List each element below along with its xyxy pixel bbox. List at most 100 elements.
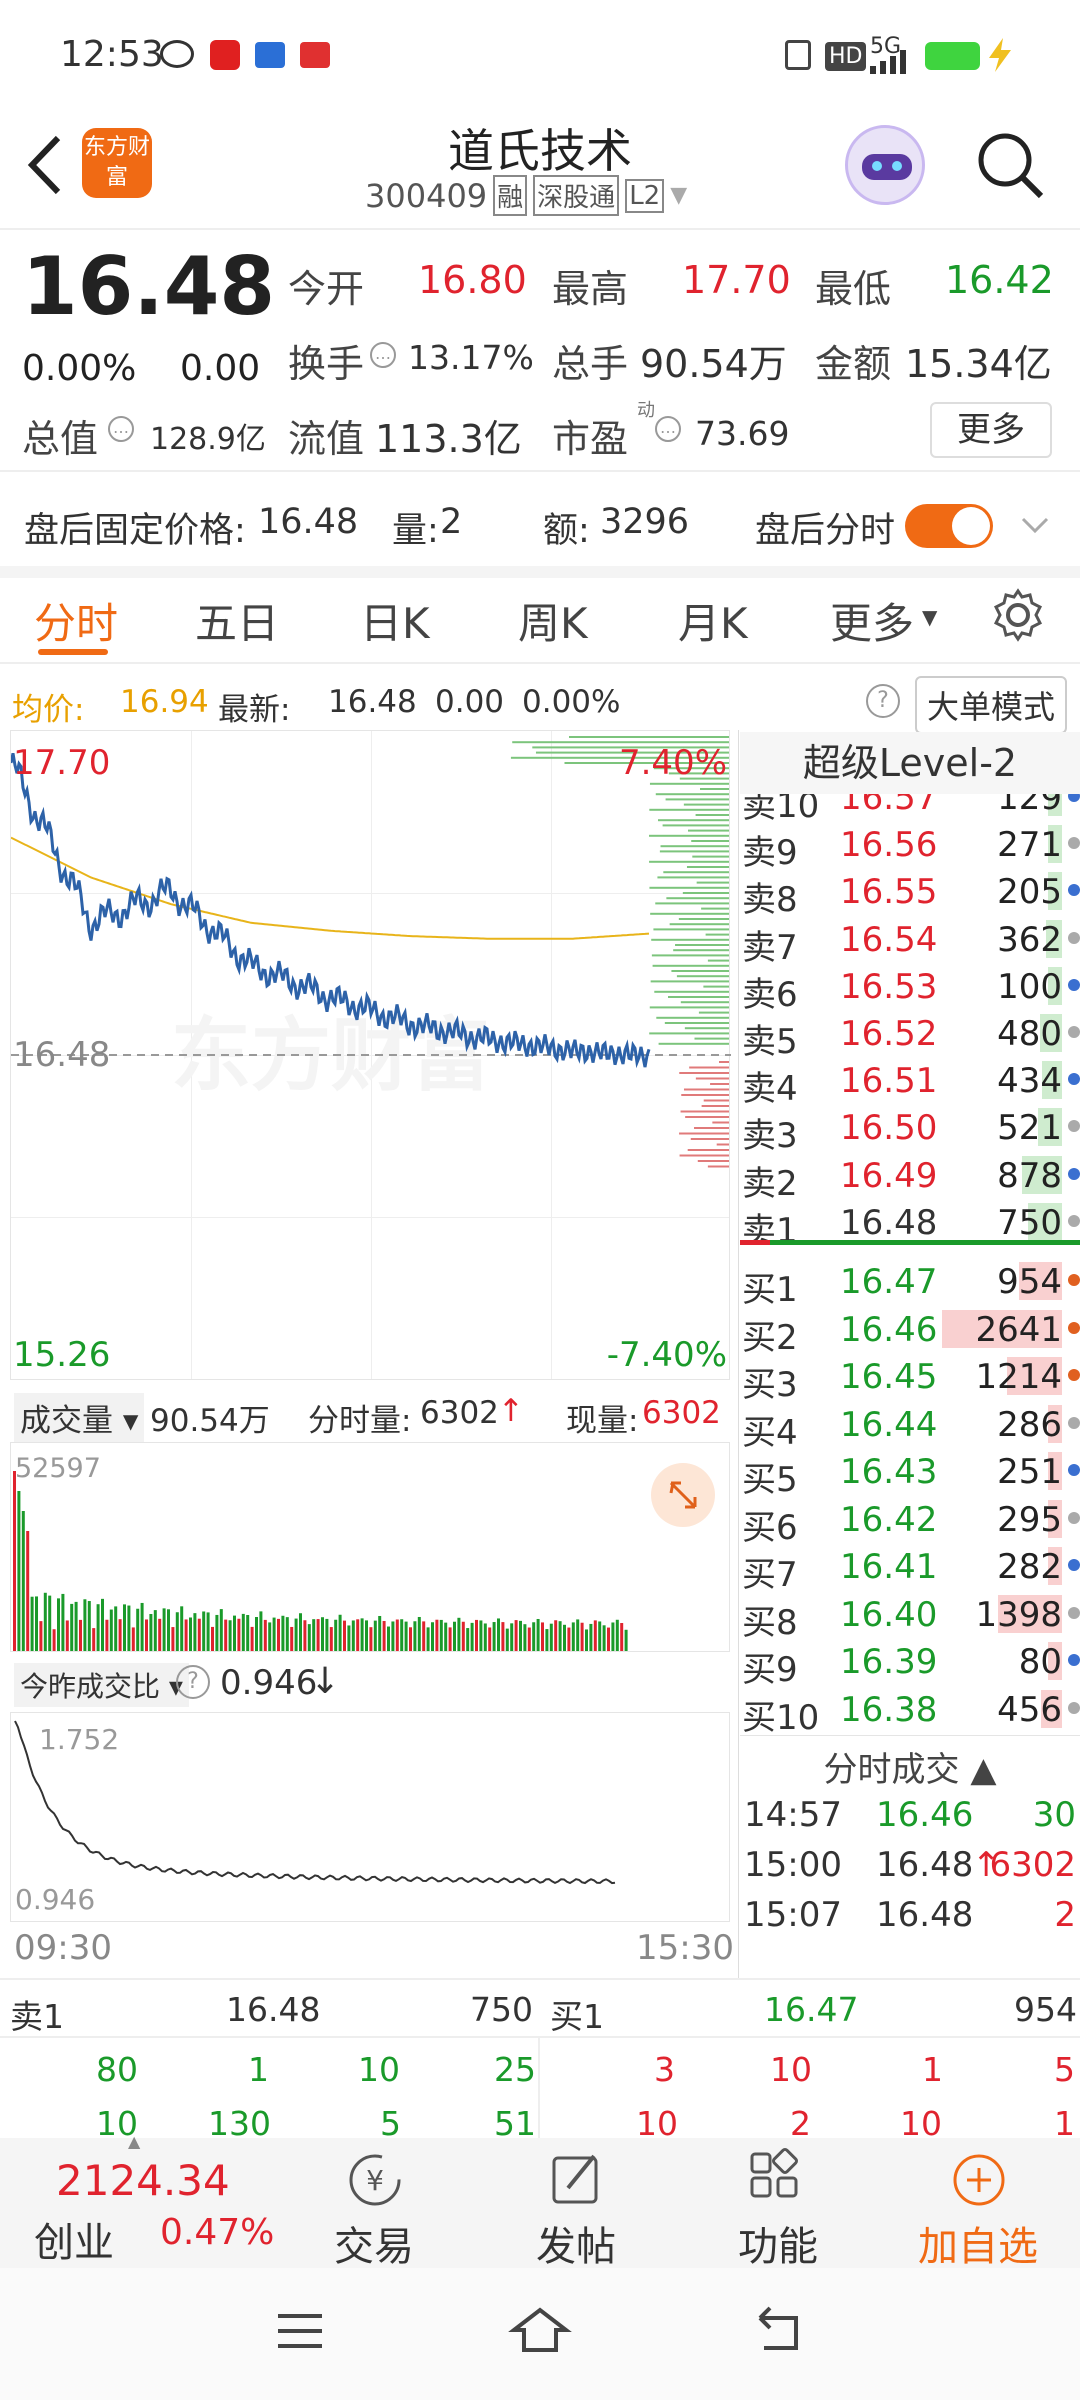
expand-icon[interactable] bbox=[651, 1463, 715, 1527]
info-icon[interactable]: … bbox=[655, 416, 681, 442]
tab-more[interactable]: 更多 bbox=[830, 590, 914, 651]
buy1-label: 买1 bbox=[550, 1997, 604, 2036]
tab-week-k[interactable]: 周K bbox=[518, 590, 588, 651]
menu-icon[interactable] bbox=[272, 2308, 328, 2354]
sell-order-row[interactable]: 卖10 16.57 129 bbox=[740, 794, 1080, 826]
info-icon[interactable]: … bbox=[108, 416, 134, 442]
buy-order-row[interactable]: 买3 16.45 1214 bbox=[740, 1351, 1080, 1405]
profile-bar bbox=[649, 808, 729, 811]
ratio-indicator-select[interactable]: 今昨成交比 ▾ bbox=[14, 1663, 189, 1707]
svg-text:¥: ¥ bbox=[366, 2164, 384, 2197]
top-price-label: 17.70 bbox=[13, 743, 111, 783]
chevron-down-icon[interactable] bbox=[1020, 514, 1050, 538]
tab-five-day[interactable]: 五日 bbox=[195, 590, 279, 651]
function-icon[interactable] bbox=[740, 2148, 810, 2212]
volume-bar bbox=[448, 1627, 452, 1651]
tab-intraday[interactable]: 分时 bbox=[34, 590, 118, 651]
info-icon[interactable]: … bbox=[370, 342, 396, 368]
order-volume: 1214 bbox=[975, 1357, 1062, 1397]
intraday-chart[interactable]: 东方财富 17.70 7.40% 16.48 15.26 -7.40% bbox=[10, 730, 731, 1380]
help-icon[interactable]: ? bbox=[176, 1665, 210, 1699]
sell-order-row[interactable]: 卖7 16.54 362 bbox=[740, 914, 1080, 968]
dropdown-icon[interactable]: ▼ bbox=[670, 183, 687, 208]
app-notification-icon bbox=[255, 42, 285, 68]
sell-order-row[interactable]: 卖8 16.55 205 bbox=[740, 866, 1080, 920]
buy-order-row[interactable]: 买8 16.40 1398 bbox=[740, 1589, 1080, 1643]
level2-tag: L2 bbox=[625, 178, 665, 213]
order-source-dot bbox=[1068, 1701, 1080, 1714]
chart-tabs: 分时 五日 日K 周K 月K 更多 ▼ bbox=[0, 575, 1080, 660]
tab-day-k[interactable]: 日K bbox=[360, 590, 430, 651]
index-value[interactable]: 2124.34 bbox=[56, 2156, 230, 2205]
function-label[interactable]: 功能 bbox=[738, 2214, 818, 2272]
trade-icon[interactable]: ¥ bbox=[340, 2148, 410, 2212]
more-button[interactable]: 更多 bbox=[930, 402, 1052, 458]
buy-order-row[interactable]: 买6 16.42 295 bbox=[740, 1494, 1080, 1548]
current-volume-value: 6302 bbox=[642, 1395, 721, 1431]
level2-title[interactable]: 超级Level-2 bbox=[740, 732, 1080, 794]
open-label: 今开 bbox=[288, 267, 365, 311]
volume-indicator-select[interactable]: 成交量 ▾ bbox=[14, 1393, 145, 1442]
robot-avatar-icon[interactable] bbox=[845, 125, 925, 205]
big-order-mode-button[interactable]: 大单模式 bbox=[915, 676, 1068, 734]
profile-bar bbox=[690, 1138, 729, 1140]
volume-bar bbox=[571, 1622, 575, 1651]
add-circle-icon[interactable] bbox=[944, 2148, 1014, 2212]
buy-order-row[interactable]: 买2 16.46 2641 bbox=[740, 1304, 1080, 1358]
profile-bar bbox=[655, 793, 729, 796]
profile-bar bbox=[694, 1037, 729, 1040]
tick-trades-title[interactable]: 分时成交 ▲ bbox=[740, 1735, 1080, 1790]
ratio-chart[interactable]: 1.752 0.946 bbox=[10, 1712, 730, 1922]
volume-bar bbox=[417, 1616, 421, 1651]
volume-chart[interactable]: 52597 bbox=[10, 1442, 730, 1652]
post-icon[interactable] bbox=[540, 2148, 610, 2212]
volume-bar bbox=[483, 1623, 487, 1651]
sell-order-row[interactable]: 卖4 16.51 434 bbox=[740, 1055, 1080, 1109]
profile-bar bbox=[679, 1132, 729, 1135]
profile-bar bbox=[687, 1149, 729, 1151]
post-label[interactable]: 发帖 bbox=[536, 2214, 616, 2272]
sell-order-row[interactable]: 卖3 16.50 521 bbox=[740, 1102, 1080, 1156]
back-nav-icon[interactable] bbox=[752, 2304, 808, 2356]
dropdown-icon[interactable]: ▼ bbox=[922, 605, 937, 629]
sell-order-row[interactable]: 卖6 16.53 100 bbox=[740, 961, 1080, 1015]
sell-order-row[interactable]: 卖9 16.56 271 bbox=[740, 819, 1080, 873]
buy-order-row[interactable]: 买4 16.44 286 bbox=[740, 1399, 1080, 1453]
help-icon[interactable]: ? bbox=[866, 684, 900, 718]
bottom-pct-label: -7.40% bbox=[606, 1335, 727, 1375]
tick-time: 15:07 bbox=[744, 1895, 842, 1935]
buy-order-row[interactable]: 买7 16.41 282 bbox=[740, 1541, 1080, 1595]
ratio-indicator-label: 今昨成交比 bbox=[20, 1670, 161, 1703]
order-source-dot bbox=[1068, 1464, 1080, 1476]
buy-order-row[interactable]: 买5 16.43 251 bbox=[740, 1446, 1080, 1500]
profile-bar bbox=[698, 1011, 729, 1014]
profile-bar bbox=[695, 1077, 729, 1080]
volume-bar bbox=[180, 1606, 184, 1651]
avg-label: 均价: bbox=[12, 692, 85, 728]
home-icon[interactable] bbox=[508, 2304, 572, 2356]
buy-order-row[interactable]: 买10 16.38 456 bbox=[740, 1684, 1080, 1738]
sell-order-row[interactable]: 卖1 16.48 750 bbox=[740, 1197, 1080, 1251]
add-watchlist-label[interactable]: 加自选 bbox=[918, 2214, 1038, 2272]
order-source-dot bbox=[1068, 1214, 1080, 1227]
order-source-dot bbox=[1068, 931, 1080, 944]
trade-label[interactable]: 交易 bbox=[334, 2214, 414, 2272]
profile-bar bbox=[712, 1121, 729, 1124]
buy-order-row[interactable]: 买1 16.47 954 bbox=[740, 1256, 1080, 1310]
index-pct[interactable]: 0.47% bbox=[160, 2212, 274, 2253]
battery-icon bbox=[925, 42, 980, 70]
search-icon[interactable] bbox=[975, 130, 1045, 200]
sell-order-row[interactable]: 卖5 16.52 480 bbox=[740, 1008, 1080, 1062]
high-value: 17.70 bbox=[682, 258, 791, 302]
volume-value: 90.54万 bbox=[640, 342, 787, 386]
sell-order-row[interactable]: 卖2 16.49 878 bbox=[740, 1150, 1080, 1204]
profile-bar bbox=[691, 840, 729, 842]
index-name[interactable]: 创业 bbox=[34, 2210, 114, 2268]
tab-month-k[interactable]: 月K bbox=[678, 590, 748, 651]
afterhours-toggle[interactable] bbox=[905, 504, 993, 548]
amount-label: 金额 bbox=[815, 342, 892, 386]
volume-bar bbox=[541, 1622, 544, 1651]
profile-bar bbox=[652, 964, 729, 967]
buy-order-row[interactable]: 买9 16.39 80 bbox=[740, 1636, 1080, 1690]
gear-icon[interactable] bbox=[990, 587, 1046, 643]
